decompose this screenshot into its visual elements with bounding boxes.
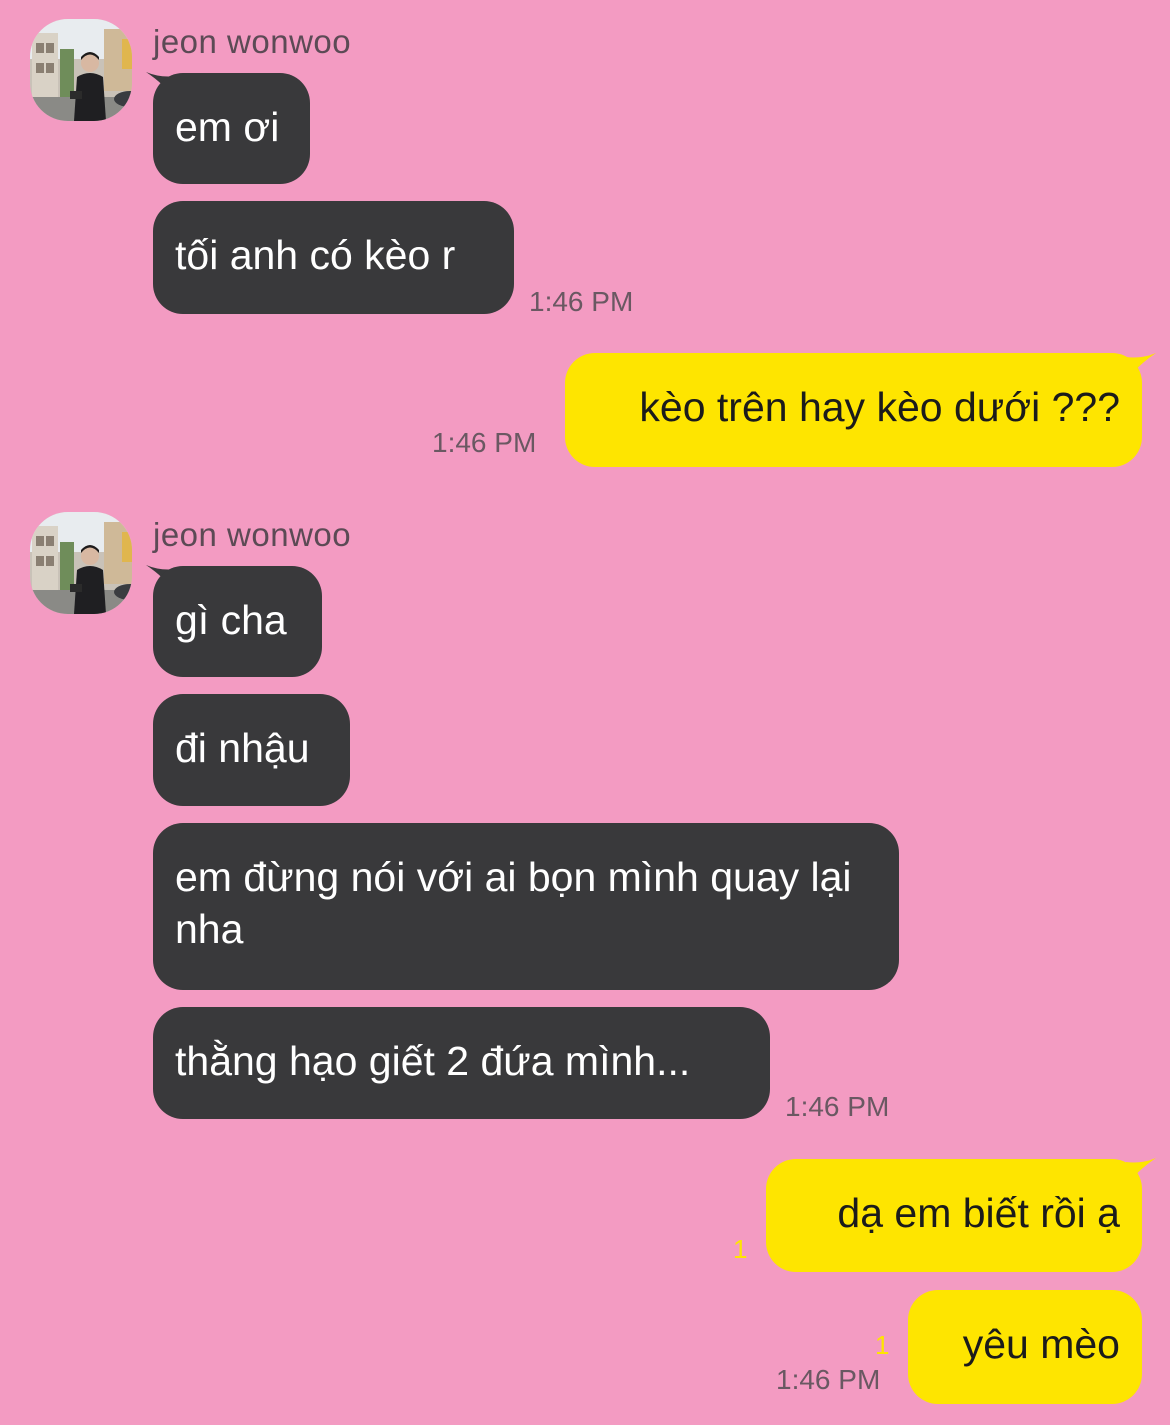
profile-photo-icon	[30, 512, 132, 614]
incoming-message-bubble[interactable]: tối anh có kèo r	[153, 201, 514, 314]
outgoing-message-bubble[interactable]: dạ em biết rồi ạ	[766, 1159, 1142, 1272]
avatar[interactable]	[30, 512, 132, 614]
incoming-message-bubble[interactable]: em ơi	[153, 73, 310, 184]
incoming-message-bubble[interactable]: gì cha	[153, 566, 322, 677]
unread-count: 1	[733, 1234, 748, 1264]
profile-photo-icon	[30, 19, 132, 121]
incoming-message-bubble[interactable]: thằng hạo giết 2 đứa mình...	[153, 1007, 770, 1119]
sender-name: jeon wonwoo	[153, 516, 352, 553]
outgoing-message-bubble[interactable]: yêu mèo	[908, 1290, 1142, 1404]
sender-name: jeon wonwoo	[153, 23, 352, 60]
message-timestamp: 1:46 PM	[785, 1091, 890, 1122]
avatar[interactable]	[30, 19, 132, 121]
incoming-message-bubble[interactable]: đi nhậu	[153, 694, 350, 806]
message-timestamp: 1:46 PM	[529, 286, 634, 317]
message-timestamp: 1:46 PM	[776, 1364, 881, 1395]
unread-count: 1	[875, 1330, 890, 1360]
outgoing-message-bubble[interactable]: kèo trên hay kèo dưới ???	[565, 353, 1142, 467]
incoming-message-bubble[interactable]: em đừng nói với ai bọn mình quay lại nha	[153, 823, 899, 990]
message-timestamp: 1:46 PM	[432, 427, 537, 458]
